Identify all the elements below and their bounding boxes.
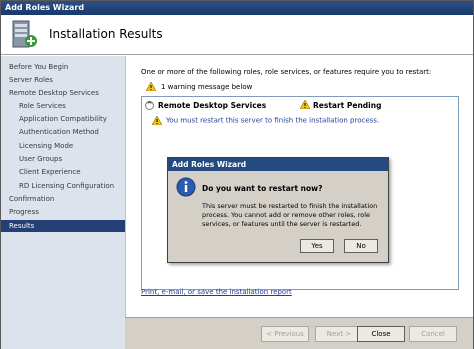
nav-before-you-begin[interactable]: Before You Begin (1, 61, 125, 73)
nav-progress[interactable]: Progress (1, 206, 125, 218)
cancel-button[interactable]: Cancel (409, 326, 457, 342)
role-name: Remote Desktop Services (158, 101, 267, 110)
nav-remote-desktop-services[interactable]: Remote Desktop Services (1, 87, 125, 99)
collapse-icon[interactable]: ^ (145, 101, 154, 110)
wizard-header: Installation Results (1, 15, 473, 55)
wizard-footer: < Previous Next > Close Cancel (125, 317, 473, 349)
nav-application-compatibility[interactable]: Application Compatibility (1, 113, 125, 125)
warning-icon (146, 82, 156, 91)
wizard-steps-sidebar: Before You Begin Server Roles Remote Des… (1, 56, 125, 349)
nav-rd-licensing-configuration[interactable]: RD Licensing Configuration (1, 180, 125, 192)
role-result-row: ^ Remote Desktop Services Restart Pendin… (145, 100, 455, 112)
nav-role-services[interactable]: Role Services (1, 100, 125, 112)
nav-licensing-mode[interactable]: Licensing Mode (1, 140, 125, 152)
dialog-question: Do you want to restart now? (202, 184, 323, 193)
window-title: Add Roles Wizard (5, 3, 85, 12)
nav-user-groups[interactable]: User Groups (1, 153, 125, 165)
no-button[interactable]: No (344, 239, 378, 253)
dialog-titlebar[interactable]: Add Roles Wizard (168, 158, 388, 171)
previous-button[interactable]: < Previous (261, 326, 309, 342)
restart-warning-line: You must restart this server to finish t… (151, 115, 380, 126)
nav-authentication-method[interactable]: Authentication Method (1, 126, 125, 138)
window-titlebar[interactable]: Add Roles Wizard (1, 1, 473, 15)
restart-intro-text: One or more of the following roles, role… (141, 68, 432, 76)
restart-dialog: Add Roles Wizard Do you want to restart … (167, 157, 389, 263)
nav-server-roles[interactable]: Server Roles (1, 74, 125, 86)
dialog-message: This server must be restarted to finish … (202, 202, 378, 228)
page-title: Installation Results (49, 27, 163, 41)
nav-results[interactable]: Results (1, 220, 125, 232)
warning-count-text: 1 warning message below (161, 83, 253, 91)
close-button[interactable]: Close (357, 326, 405, 342)
installation-report-link[interactable]: Print, e-mail, or save the installation … (141, 288, 292, 296)
warning-icon (300, 100, 310, 109)
wizard-window: Add Roles Wizard Installation Results Be… (0, 0, 474, 349)
info-icon (176, 177, 196, 197)
restart-warning-text: You must restart this server to finish t… (166, 116, 380, 125)
nav-client-experience[interactable]: Client Experience (1, 166, 125, 178)
next-button[interactable]: Next > (315, 326, 363, 342)
yes-button[interactable]: Yes (300, 239, 334, 253)
role-status: Restart Pending (313, 101, 382, 110)
warning-icon (151, 115, 163, 126)
server-wizard-icon (12, 20, 37, 48)
nav-confirmation[interactable]: Confirmation (1, 193, 125, 205)
